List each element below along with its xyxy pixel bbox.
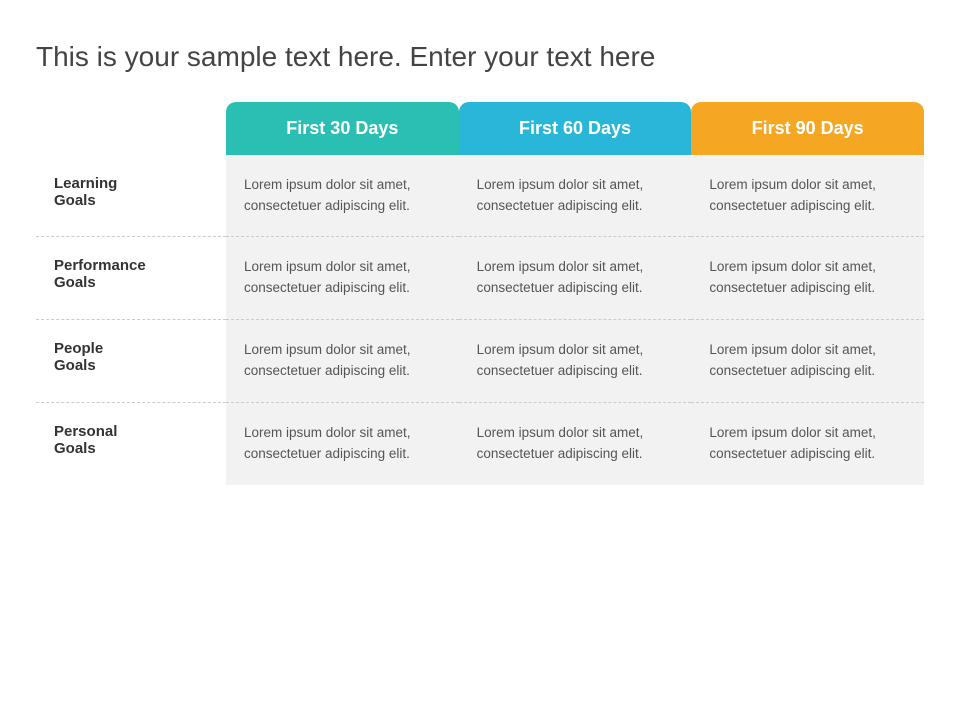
- table-row: PeopleGoalsLorem ipsum dolor sit amet, c…: [36, 320, 924, 403]
- header-60-days: First 60 Days: [459, 102, 692, 155]
- row-content-cell: Lorem ipsum dolor sit amet, consectetuer…: [459, 237, 692, 320]
- goals-table: First 30 Days First 60 Days First 90 Day…: [36, 102, 924, 485]
- row-content-cell: Lorem ipsum dolor sit amet, consectetuer…: [459, 320, 692, 403]
- header-label-cell: [36, 102, 226, 155]
- row-label: PeopleGoals: [36, 320, 226, 403]
- page-title: This is your sample text here. Enter you…: [36, 40, 924, 74]
- row-content-cell: Lorem ipsum dolor sit amet, consectetuer…: [459, 155, 692, 238]
- header-30-days: First 30 Days: [226, 102, 459, 155]
- row-label: PersonalGoals: [36, 403, 226, 485]
- row-label: LearningGoals: [36, 155, 226, 238]
- header-row: First 30 Days First 60 Days First 90 Day…: [36, 102, 924, 155]
- row-content-cell: Lorem ipsum dolor sit amet, consectetuer…: [691, 237, 924, 320]
- row-content-cell: Lorem ipsum dolor sit amet, consectetuer…: [691, 320, 924, 403]
- header-90-days: First 90 Days: [691, 102, 924, 155]
- page: This is your sample text here. Enter you…: [0, 0, 960, 720]
- row-content-cell: Lorem ipsum dolor sit amet, consectetuer…: [226, 320, 459, 403]
- row-content-cell: Lorem ipsum dolor sit amet, consectetuer…: [226, 403, 459, 485]
- row-content-cell: Lorem ipsum dolor sit amet, consectetuer…: [226, 155, 459, 238]
- row-content-cell: Lorem ipsum dolor sit amet, consectetuer…: [459, 403, 692, 485]
- row-content-cell: Lorem ipsum dolor sit amet, consectetuer…: [691, 155, 924, 238]
- table-row: LearningGoalsLorem ipsum dolor sit amet,…: [36, 155, 924, 238]
- table-container: First 30 Days First 60 Days First 90 Day…: [36, 102, 924, 690]
- table-row: PerformanceGoalsLorem ipsum dolor sit am…: [36, 237, 924, 320]
- table-row: PersonalGoalsLorem ipsum dolor sit amet,…: [36, 403, 924, 485]
- row-content-cell: Lorem ipsum dolor sit amet, consectetuer…: [226, 237, 459, 320]
- row-content-cell: Lorem ipsum dolor sit amet, consectetuer…: [691, 403, 924, 485]
- row-label: PerformanceGoals: [36, 237, 226, 320]
